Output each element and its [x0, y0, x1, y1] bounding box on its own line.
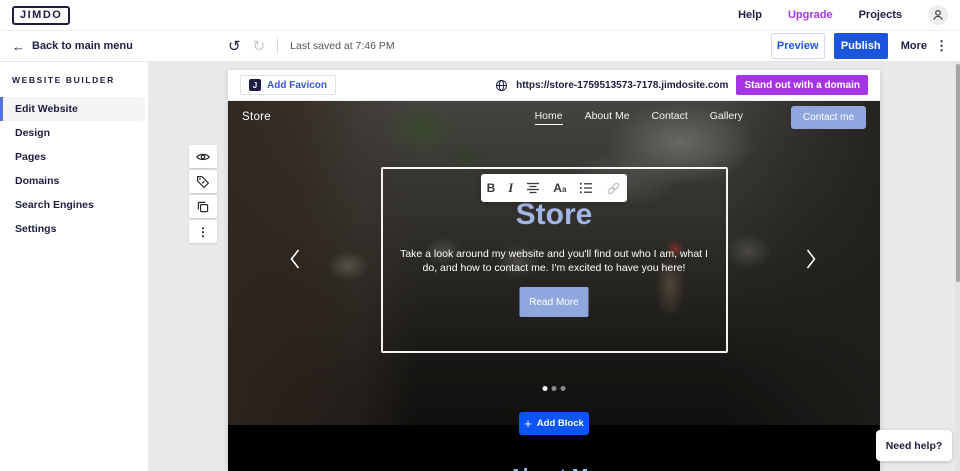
stand-out-domain-button[interactable]: Stand out with a domain: [736, 75, 868, 95]
nav-contact[interactable]: Contact: [652, 110, 688, 124]
align-center-icon[interactable]: [526, 182, 540, 194]
redo-icon[interactable]: ↻: [253, 39, 266, 54]
style-tag-icon: [195, 174, 211, 190]
workspace-scrollbar[interactable]: [955, 62, 960, 471]
projects-link[interactable]: Projects: [859, 9, 902, 21]
publish-button[interactable]: Publish: [834, 33, 888, 59]
nav-gallery[interactable]: Gallery: [710, 110, 743, 124]
top-bar-links: Help Upgrade Projects: [738, 5, 948, 25]
undo-icon[interactable]: ↺: [228, 39, 241, 54]
site-preview: Store Home About Me Contact Gallery Cont…: [228, 101, 880, 425]
nav-about-me[interactable]: About Me: [585, 110, 630, 124]
editor-toolbar-row: ← Back to main menu ↺ ↻ Last saved at 7:…: [0, 31, 960, 62]
back-to-main-menu[interactable]: ← Back to main menu: [12, 31, 133, 61]
chevron-right-icon: [804, 247, 818, 271]
sidebar-list: Edit Website Design Pages Domains Search…: [0, 97, 148, 241]
site-nav: Home About Me Contact Gallery Contact me: [535, 106, 866, 129]
site-canvas: J Add Favicon https://store-1759513573-7…: [228, 70, 880, 471]
preview-button[interactable]: Preview: [771, 33, 825, 59]
block-toolbar: ⋮: [189, 145, 217, 243]
text-editor-toolbar: B I Aa: [481, 174, 627, 202]
nav-home[interactable]: Home: [535, 110, 563, 125]
contact-me-button[interactable]: Contact me: [791, 106, 866, 129]
sidebar-item-edit-website[interactable]: Edit Website: [0, 97, 145, 121]
add-favicon-label: Add Favicon: [267, 80, 327, 91]
divider: [277, 38, 278, 54]
carousel-dots: [543, 386, 566, 391]
style-block-button[interactable]: [189, 170, 217, 193]
carousel-prev-button[interactable]: [288, 247, 302, 276]
hero-paragraph-line1: Take a look around my website and you'll…: [389, 247, 719, 261]
help-link[interactable]: Help: [738, 9, 762, 21]
sidebar-item-domains[interactable]: Domains: [0, 169, 148, 193]
plus-icon: +: [524, 417, 532, 430]
back-label: Back to main menu: [32, 40, 133, 52]
url-cluster: https://store-1759513573-7178.jimdosite.…: [495, 75, 868, 95]
carousel-dot-2[interactable]: [552, 386, 557, 391]
account-avatar[interactable]: [928, 5, 948, 25]
user-icon: [931, 8, 945, 22]
italic-icon[interactable]: I: [508, 180, 513, 196]
block-more-button[interactable]: ⋮: [189, 220, 217, 243]
link-icon[interactable]: [606, 181, 621, 196]
sidebar: WEBSITE BUILDER Edit Website Design Page…: [0, 62, 148, 471]
back-arrow-icon: ←: [12, 40, 25, 53]
sidebar-item-settings[interactable]: Settings: [0, 217, 148, 241]
history-controls: ↺ ↻ Last saved at 7:46 PM: [228, 31, 395, 61]
site-brand[interactable]: Store: [242, 111, 271, 123]
sidebar-heading: WEBSITE BUILDER: [0, 62, 148, 85]
read-more-button[interactable]: Read More: [520, 287, 589, 317]
favicon-placeholder: J: [249, 79, 261, 91]
kebab-icon: ⋮: [197, 225, 209, 239]
kebab-icon: ⋮: [935, 38, 948, 54]
add-favicon-button[interactable]: J Add Favicon: [240, 75, 336, 95]
need-help-button[interactable]: Need help?: [876, 430, 952, 461]
carousel-next-button[interactable]: [804, 247, 818, 276]
publish-cluster: Preview Publish More ⋮: [771, 31, 948, 61]
bullet-list-icon[interactable]: [579, 182, 593, 194]
site-url[interactable]: https://store-1759513573-7178.jimdosite.…: [516, 80, 728, 91]
carousel-dot-3[interactable]: [561, 386, 566, 391]
more-label: More: [901, 40, 927, 52]
hero-paragraph[interactable]: Take a look around my website and you'll…: [389, 247, 719, 276]
sidebar-item-design[interactable]: Design: [0, 121, 148, 145]
add-block-label: Add Block: [537, 418, 584, 429]
hide-block-button[interactable]: [189, 145, 217, 168]
browser-chrome-bar: J Add Favicon https://store-1759513573-7…: [228, 70, 880, 101]
sidebar-item-pages[interactable]: Pages: [0, 145, 148, 169]
font-style-icon[interactable]: Aa: [553, 182, 566, 194]
jimdo-logo[interactable]: JIMDO: [12, 6, 70, 25]
scrollbar-thumb[interactable]: [956, 64, 960, 282]
bold-icon[interactable]: B: [487, 181, 496, 195]
eye-icon: [195, 149, 211, 165]
sidebar-item-search-engines[interactable]: Search Engines: [0, 193, 148, 217]
duplicate-icon: [195, 199, 211, 215]
site-header: Store Home About Me Contact Gallery Cont…: [228, 101, 880, 133]
hero-title[interactable]: Store: [228, 198, 880, 232]
chevron-left-icon: [288, 247, 302, 271]
last-saved-status: Last saved at 7:46 PM: [290, 40, 394, 52]
next-section-heading: About Me: [228, 466, 880, 471]
upgrade-link[interactable]: Upgrade: [788, 9, 833, 21]
more-menu[interactable]: More ⋮: [901, 38, 948, 54]
globe-icon: [495, 79, 508, 92]
top-bar: JIMDO Help Upgrade Projects: [0, 0, 960, 31]
carousel-dot-1[interactable]: [543, 386, 548, 391]
duplicate-block-button[interactable]: [189, 195, 217, 218]
jimdo-website-builder: JIMDO Help Upgrade Projects ← Back to ma…: [0, 0, 960, 471]
hero-paragraph-line2: do, and how to contact me. I'm excited t…: [389, 261, 719, 275]
add-block-button[interactable]: + Add Block: [519, 412, 589, 435]
